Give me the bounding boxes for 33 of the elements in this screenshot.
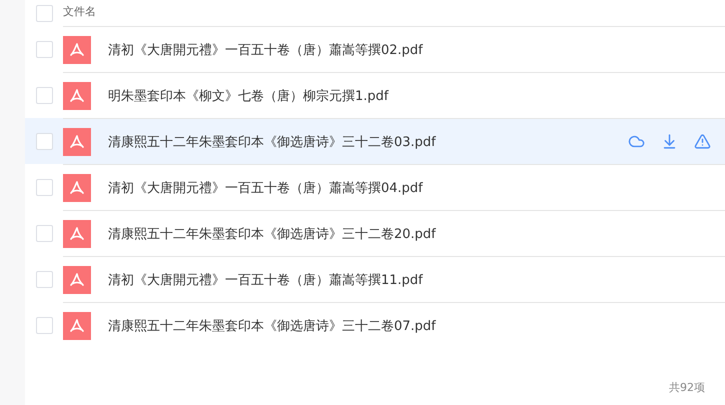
cloud-icon[interactable] — [628, 133, 645, 150]
pdf-icon — [63, 82, 91, 110]
pdf-icon — [63, 266, 91, 294]
checkbox[interactable] — [36, 40, 53, 58]
warning-icon[interactable] — [694, 133, 711, 150]
file-name[interactable]: 清初《大唐開元禮》一百五十卷（唐）蕭嵩等撰02.pdf — [108, 40, 711, 58]
pdf-icon — [63, 220, 91, 248]
file-row[interactable]: 清初《大唐開元禮》一百五十卷（唐）蕭嵩等撰04.pdf — [25, 164, 725, 210]
file-name[interactable]: 明朱墨套印本《柳文》七卷（唐）柳宗元撰1.pdf — [108, 86, 711, 104]
checkbox[interactable] — [36, 86, 53, 104]
pdf-icon — [63, 128, 91, 156]
column-header: 文件名 — [63, 0, 725, 26]
file-name[interactable]: 清初《大唐開元禮》一百五十卷（唐）蕭嵩等撰11.pdf — [108, 270, 711, 288]
file-row[interactable]: 清康熙五十二年朱墨套印本《御选唐诗》三十二卷03.pdf — [25, 118, 725, 164]
checkbox[interactable] — [36, 270, 53, 288]
file-name[interactable]: 清初《大唐開元禮》一百五十卷（唐）蕭嵩等撰04.pdf — [108, 178, 711, 196]
checkbox[interactable] — [36, 224, 53, 242]
pdf-icon — [63, 36, 91, 64]
checkbox[interactable] — [36, 4, 53, 22]
download-icon[interactable] — [661, 133, 678, 150]
checkbox[interactable] — [36, 178, 53, 196]
file-row[interactable]: 清初《大唐開元禮》一百五十卷（唐）蕭嵩等撰02.pdf — [25, 26, 725, 72]
file-name[interactable]: 清康熙五十二年朱墨套印本《御选唐诗》三十二卷07.pdf — [108, 316, 711, 334]
item-count: 共92项 — [669, 380, 705, 395]
pdf-icon — [63, 174, 91, 202]
pdf-icon — [63, 312, 91, 340]
checkbox[interactable] — [36, 316, 53, 334]
file-row[interactable]: 清初《大唐開元禮》一百五十卷（唐）蕭嵩等撰11.pdf — [25, 256, 725, 302]
file-row[interactable]: 清康熙五十二年朱墨套印本《御选唐诗》三十二卷20.pdf — [25, 210, 725, 256]
file-name[interactable]: 清康熙五十二年朱墨套印本《御选唐诗》三十二卷20.pdf — [108, 224, 711, 242]
file-row[interactable]: 清康熙五十二年朱墨套印本《御选唐诗》三十二卷07.pdf — [25, 302, 725, 348]
checkbox[interactable] — [36, 132, 53, 150]
file-name[interactable]: 清康熙五十二年朱墨套印本《御选唐诗》三十二卷03.pdf — [108, 132, 612, 150]
